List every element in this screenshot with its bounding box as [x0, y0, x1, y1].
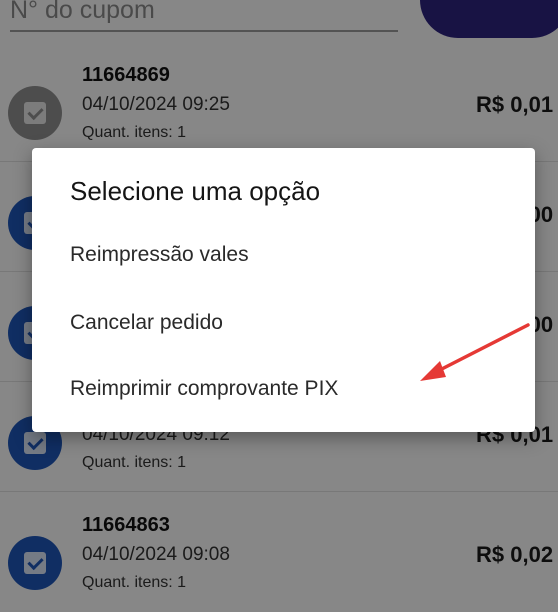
option-reprint-vouchers[interactable]: Reimpressão vales — [70, 243, 249, 267]
option-cancel-order[interactable]: Cancelar pedido — [70, 311, 223, 335]
options-dialog: Selecione uma opção Reimpressão vales Ca… — [32, 148, 535, 432]
dialog-title: Selecione uma opção — [70, 176, 321, 206]
option-reprint-pix-receipt[interactable]: Reimprimir comprovante PIX — [70, 377, 338, 401]
